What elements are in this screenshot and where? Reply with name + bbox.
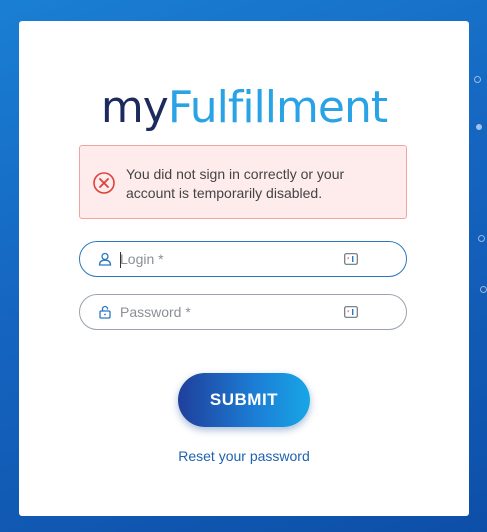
error-alert: You did not sign in correctly or your ac… [79, 145, 407, 219]
login-card: myFulfillment You did not sign in correc… [19, 21, 469, 516]
svg-text:*: * [347, 311, 350, 317]
background-dot [476, 124, 482, 130]
user-icon [98, 252, 112, 266]
lock-icon [99, 305, 111, 319]
login-input[interactable] [120, 249, 340, 269]
error-message: You did not sign in correctly or your ac… [126, 166, 345, 201]
login-field[interactable]: * [79, 241, 407, 277]
password-input[interactable] [120, 302, 340, 322]
background-dot [480, 286, 487, 293]
submit-button[interactable]: SUBMIT [178, 373, 310, 427]
logo-part-my: my [100, 82, 169, 133]
password-manager-icon[interactable]: * [344, 306, 358, 318]
reset-password-link[interactable]: Reset your password [178, 448, 310, 464]
password-manager-icon[interactable]: * [344, 253, 358, 265]
svg-text:*: * [347, 258, 350, 264]
password-field[interactable]: * [79, 294, 407, 330]
logo-part-fulfillment: Fulfillment [167, 82, 388, 133]
error-circle-icon [93, 172, 115, 194]
reset-password-container: Reset your password [19, 448, 469, 464]
app-logo: myFulfillment [19, 83, 469, 133]
background-dot [474, 76, 481, 83]
background-dot [478, 235, 485, 242]
